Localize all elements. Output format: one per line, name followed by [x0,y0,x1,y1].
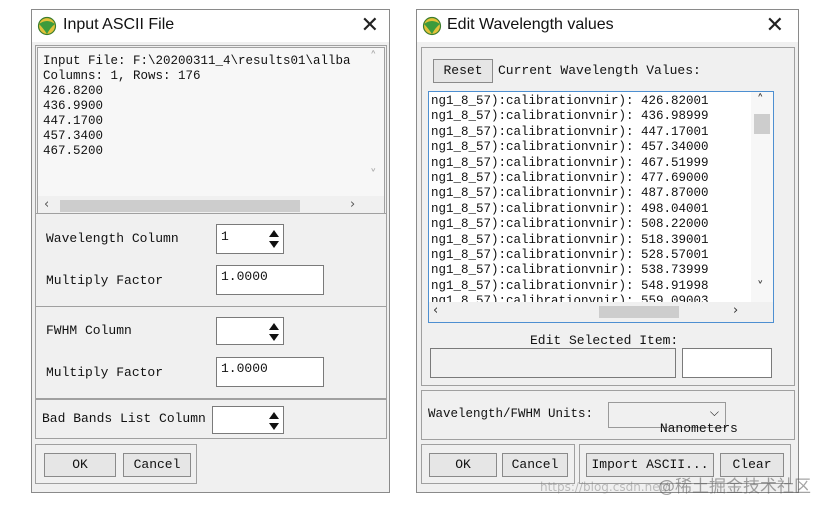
ok-cancel-bar: OK Cancel [421,444,575,484]
preview-line: 426.8200 [43,84,104,98]
wavelength-value-item[interactable]: ng1_8_57):calibrationvnir): 477.69000 [431,171,709,186]
edit-selected-label: Edit Selected Item: [530,333,679,348]
preview-line: Columns: 1, Rows: 176 [43,69,201,83]
multiply-factor-label: Multiply Factor [46,273,164,288]
scroll-down-icon[interactable]: ˅ [757,280,764,295]
title-bar[interactable]: Edit Wavelength values ✕ [417,10,798,42]
title-bar[interactable]: Input ASCII File ✕ [32,10,389,42]
spinner-arrows-icon[interactable] [268,229,280,249]
bad-bands-label: Bad Bands List Column [42,411,206,426]
scroll-thumb[interactable] [599,306,679,318]
scroll-right-icon[interactable]: › [733,303,738,318]
preview-line: 436.9900 [43,99,104,113]
bad-bands-panel: Bad Bands List Column [35,399,387,439]
wavelength-values-list[interactable]: ng1_8_57):calibrationvnir): 426.82001 ng1… [428,91,774,323]
wavelength-value-item[interactable]: ng1_8_57):calibrationvnir): 498.04001 [431,202,709,217]
units-value: Nanometers [659,421,738,436]
preview-line: 457.3400 [43,129,104,143]
wavelength-column-value: 1 [221,229,229,244]
cancel-button[interactable]: Cancel [502,453,568,477]
watermark-url: https://blog.csdn.net/ [540,480,669,494]
wavelength-column-spinner[interactable]: 1 [216,224,284,254]
scroll-right-icon[interactable]: › [350,197,355,212]
wavelength-panel: Wavelength Column 1 Multiply Factor 1.00… [35,213,387,307]
scroll-down-icon[interactable]: ˅ [370,168,377,183]
values-panel: Reset Current Wavelength Values: ng1_8_5… [421,47,795,386]
wavelength-value-item[interactable]: ng1_8_57):calibrationvnir): 518.39001 [431,233,709,248]
edit-selected-name-field[interactable] [430,348,676,378]
dialog-title: Edit Wavelength values [447,16,614,33]
fwhm-column-spinner[interactable] [216,317,284,345]
edit-wavelength-values-dialog: Edit Wavelength values ✕ Reset Current W… [416,9,799,493]
input-ascii-file-dialog: Input ASCII File ✕ Input File: F:\202003… [31,9,390,493]
multiply-factor-label: Multiply Factor [46,365,164,380]
spinner-arrows-icon[interactable] [268,411,280,431]
ok-button[interactable]: OK [44,453,116,477]
spinner-arrows-icon[interactable] [268,322,280,342]
chevron-down-icon[interactable]: ⌵ [710,405,719,420]
preview-line: 447.1700 [43,114,104,128]
wavelength-value-item[interactable]: ng1_8_57):calibrationvnir): 508.22000 [431,217,709,232]
wavelength-value-item[interactable]: ng1_8_57):calibrationvnir): 457.34000 [431,140,709,155]
current-values-label: Current Wavelength Values: [498,63,701,78]
scroll-thumb[interactable] [60,200,300,212]
bad-bands-spinner[interactable] [212,406,284,434]
units-label: Wavelength/FWHM Units: [428,407,594,421]
fwhm-column-label: FWHM Column [46,323,132,338]
edit-selected-value-field[interactable] [682,348,772,378]
scroll-up-icon[interactable]: ˄ [370,50,377,65]
wavelength-value-item[interactable]: ng1_8_57):calibrationvnir): 426.82001 [431,94,709,109]
wavelength-value-item[interactable]: ng1_8_57):calibrationvnir): 538.73999 [431,263,709,278]
units-dropdown[interactable]: Nanometers ⌵ [608,402,738,436]
wavelength-value-item[interactable]: ng1_8_57):calibrationvnir): 487.87000 [431,186,709,201]
reset-button[interactable]: Reset [433,59,493,83]
units-panel: Wavelength/FWHM Units: Nanometers ⌵ [421,390,795,440]
horizontal-scrollbar[interactable]: ‹ › [429,302,773,322]
preview-line: 467.5200 [43,144,104,158]
wavelength-value-item[interactable]: ng1_8_57):calibrationvnir): 447.17001 [431,125,709,140]
wavelength-value-item[interactable]: ng1_8_57):calibrationvnir): 528.57001 [431,248,709,263]
wavelength-value-item[interactable]: ng1_8_57):calibrationvnir): 467.51999 [431,156,709,171]
scroll-left-icon[interactable]: ‹ [44,197,49,212]
wavelength-column-label: Wavelength Column [46,231,179,246]
file-preview-text[interactable]: Input File: F:\20200311_4\results01\allb… [37,47,385,217]
vertical-scrollbar[interactable]: ˄ ˅ [366,48,384,196]
scroll-thumb[interactable] [754,114,770,134]
envi-globe-icon [422,16,442,36]
scroll-left-icon[interactable]: ‹ [433,303,438,318]
watermark-text: @稀土掘金技术社区 [658,477,811,497]
file-preview-panel: Input File: F:\20200311_4\results01\allb… [35,45,387,219]
close-icon[interactable]: ✕ [766,13,784,38]
button-bar: OK Cancel [35,444,197,484]
dialog-title: Input ASCII File [63,16,175,33]
ok-button[interactable]: OK [429,453,497,477]
wavelength-value-item[interactable]: ng1_8_57):calibrationvnir): 548.91998 [431,279,709,294]
fwhm-panel: FWHM Column Multiply Factor 1.0000 [35,306,387,399]
fwhm-multiply-factor-input[interactable]: 1.0000 [216,357,324,387]
cancel-button[interactable]: Cancel [123,453,191,477]
wavelength-multiply-factor-input[interactable]: 1.0000 [216,265,324,295]
preview-line: Input File: F:\20200311_4\results01\allb… [43,54,351,68]
envi-globe-icon [37,16,57,36]
close-icon[interactable]: ✕ [361,13,379,38]
scroll-up-icon[interactable]: ˄ [757,93,764,108]
wavelength-value-item[interactable]: ng1_8_57):calibrationvnir): 436.98999 [431,109,709,124]
vertical-scrollbar[interactable]: ˄ ˅ [751,92,773,304]
